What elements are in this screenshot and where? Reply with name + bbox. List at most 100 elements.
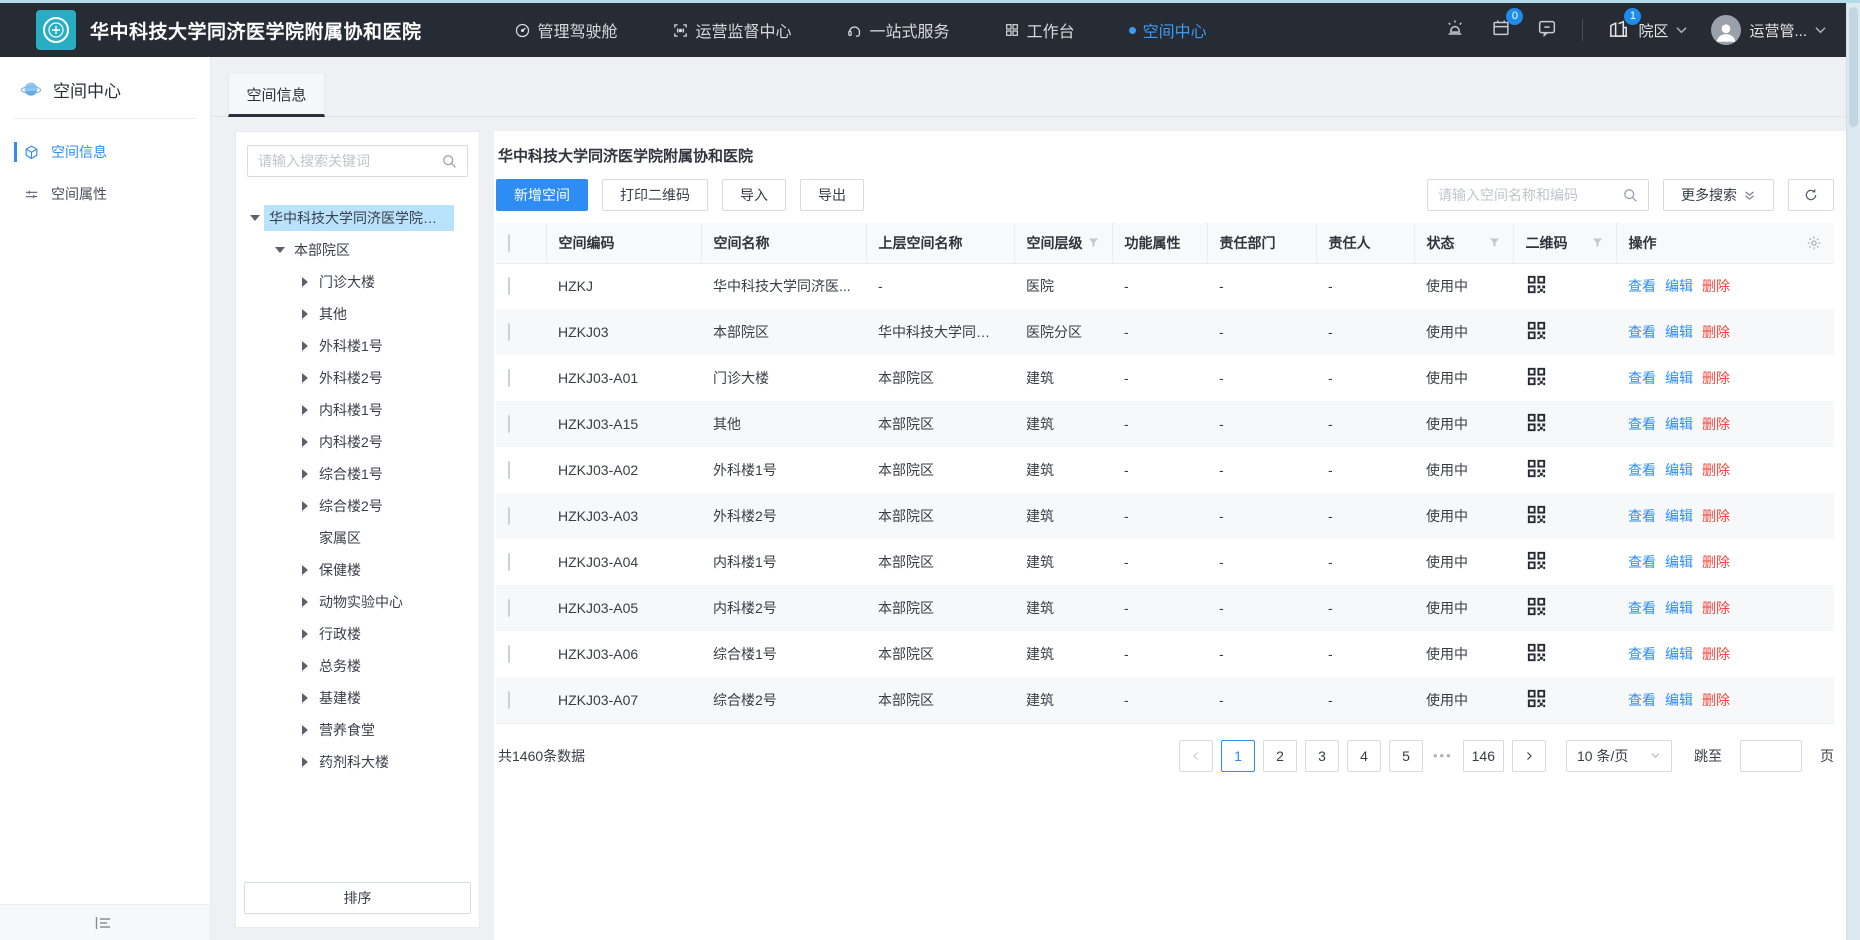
edit-link[interactable]: 编辑 <box>1665 508 1693 524</box>
expand-arrow-icon[interactable] <box>296 629 314 639</box>
view-link[interactable]: 查看 <box>1628 324 1656 340</box>
page-size-select[interactable]: 10 条/页 <box>1566 740 1672 772</box>
row-checkbox[interactable] <box>508 691 510 709</box>
tree-node[interactable]: 华中科技大学同济医学院附属协... <box>236 202 479 234</box>
edit-link[interactable]: 编辑 <box>1665 370 1693 386</box>
delete-link[interactable]: 删除 <box>1702 324 1730 340</box>
tree-node[interactable]: 外科楼2号 <box>236 362 479 394</box>
refresh-button[interactable] <box>1788 179 1834 211</box>
delete-link[interactable]: 删除 <box>1702 278 1730 294</box>
row-checkbox[interactable] <box>508 645 510 663</box>
qr-code-icon[interactable] <box>1525 273 1548 296</box>
add-space-button[interactable]: 新增空间 <box>496 179 588 211</box>
view-link[interactable]: 查看 <box>1628 370 1656 386</box>
row-checkbox[interactable] <box>508 415 510 433</box>
collapse-arrow-icon[interactable] <box>246 215 264 221</box>
next-page-button[interactable] <box>1512 740 1546 772</box>
column-settings-icon[interactable] <box>1806 235 1822 251</box>
expand-arrow-icon[interactable] <box>296 565 314 575</box>
expand-arrow-icon[interactable] <box>296 597 314 607</box>
message-icon[interactable] <box>1536 17 1558 44</box>
delete-link[interactable]: 删除 <box>1702 692 1730 708</box>
qr-code-icon[interactable] <box>1525 687 1548 710</box>
delete-link[interactable]: 删除 <box>1702 646 1730 662</box>
sort-button[interactable]: 排序 <box>244 882 471 914</box>
row-checkbox[interactable] <box>508 553 510 571</box>
edit-link[interactable]: 编辑 <box>1665 554 1693 570</box>
nav-item-operation-center[interactable]: 运营监督中心 <box>672 18 792 42</box>
row-checkbox[interactable] <box>508 323 510 341</box>
page-button-5[interactable]: 5 <box>1389 740 1423 772</box>
view-link[interactable]: 查看 <box>1628 554 1656 570</box>
tree-node[interactable]: 内科楼2号 <box>236 426 479 458</box>
qr-code-icon[interactable] <box>1525 503 1548 526</box>
expand-arrow-icon[interactable] <box>296 437 314 447</box>
page-button-2[interactable]: 2 <box>1263 740 1297 772</box>
tree-node[interactable]: 基建楼 <box>236 682 479 714</box>
expand-arrow-icon[interactable] <box>296 309 314 319</box>
row-checkbox[interactable] <box>508 277 510 295</box>
edit-link[interactable]: 编辑 <box>1665 278 1693 294</box>
search-icon[interactable] <box>441 153 457 169</box>
jump-page-input[interactable] <box>1740 740 1802 772</box>
campus-selector[interactable]: 1 院区 <box>1607 17 1687 44</box>
tree-node[interactable]: 动物实验中心 <box>236 586 479 618</box>
export-button[interactable]: 导出 <box>800 179 864 211</box>
page-button-1[interactable]: 1 <box>1221 740 1255 772</box>
view-link[interactable]: 查看 <box>1628 692 1656 708</box>
row-checkbox[interactable] <box>508 507 510 525</box>
view-link[interactable]: 查看 <box>1628 278 1656 294</box>
edit-link[interactable]: 编辑 <box>1665 600 1693 616</box>
page-ellipsis[interactable]: ••• <box>1431 748 1455 763</box>
tree-node[interactable]: 其他 <box>236 298 479 330</box>
tree-node[interactable]: 综合楼2号 <box>236 490 479 522</box>
page-button-4[interactable]: 4 <box>1347 740 1381 772</box>
expand-arrow-icon[interactable] <box>296 661 314 671</box>
expand-arrow-icon[interactable] <box>296 469 314 479</box>
filter-icon[interactable] <box>1087 236 1100 249</box>
qr-code-icon[interactable] <box>1525 319 1548 342</box>
nav-item-space-center[interactable]: 空间中心 <box>1129 18 1207 42</box>
edit-link[interactable]: 编辑 <box>1665 692 1693 708</box>
filter-icon[interactable] <box>1591 236 1604 249</box>
nav-item-dashboard[interactable]: 管理驾驶舱 <box>514 18 618 42</box>
delete-link[interactable]: 删除 <box>1702 416 1730 432</box>
user-menu[interactable]: 运营管... <box>1711 15 1826 45</box>
page-button-146[interactable]: 146 <box>1463 740 1504 772</box>
prev-page-button[interactable] <box>1179 740 1213 772</box>
view-link[interactable]: 查看 <box>1628 508 1656 524</box>
delete-link[interactable]: 删除 <box>1702 462 1730 478</box>
tree-search-input[interactable] <box>258 153 441 169</box>
sidebar-item-space-attr[interactable]: 空间属性 <box>0 173 210 215</box>
qr-code-icon[interactable] <box>1525 549 1548 572</box>
tree-node[interactable]: 总务楼 <box>236 650 479 682</box>
qr-code-icon[interactable] <box>1525 365 1548 388</box>
tree-node[interactable]: 营养食堂 <box>236 714 479 746</box>
row-checkbox[interactable] <box>508 461 510 479</box>
view-link[interactable]: 查看 <box>1628 646 1656 662</box>
tab-space-info[interactable]: 空间信息 <box>228 74 325 117</box>
search-icon[interactable] <box>1622 187 1638 203</box>
print-qr-button[interactable]: 打印二维码 <box>602 179 708 211</box>
edit-link[interactable]: 编辑 <box>1665 324 1693 340</box>
tree-node[interactable]: 外科楼1号 <box>236 330 479 362</box>
collapse-arrow-icon[interactable] <box>271 247 289 253</box>
table-search-input[interactable] <box>1438 187 1622 203</box>
tree-node[interactable]: 家属区 <box>236 522 479 554</box>
expand-arrow-icon[interactable] <box>296 693 314 703</box>
expand-arrow-icon[interactable] <box>296 725 314 735</box>
edit-link[interactable]: 编辑 <box>1665 646 1693 662</box>
sidebar-item-space-info[interactable]: 空间信息 <box>0 131 210 173</box>
edit-link[interactable]: 编辑 <box>1665 462 1693 478</box>
qr-code-icon[interactable] <box>1525 595 1548 618</box>
expand-arrow-icon[interactable] <box>296 277 314 287</box>
qr-code-icon[interactable] <box>1525 457 1548 480</box>
delete-link[interactable]: 删除 <box>1702 370 1730 386</box>
expand-arrow-icon[interactable] <box>296 757 314 767</box>
nav-item-workbench[interactable]: 工作台 <box>1004 18 1075 42</box>
select-all-checkbox[interactable] <box>508 234 510 252</box>
expand-arrow-icon[interactable] <box>296 341 314 351</box>
tree-node[interactable]: 综合楼1号 <box>236 458 479 490</box>
scrollbar-thumb[interactable] <box>1849 7 1858 127</box>
nav-item-one-stop-service[interactable]: 一站式服务 <box>846 18 950 42</box>
